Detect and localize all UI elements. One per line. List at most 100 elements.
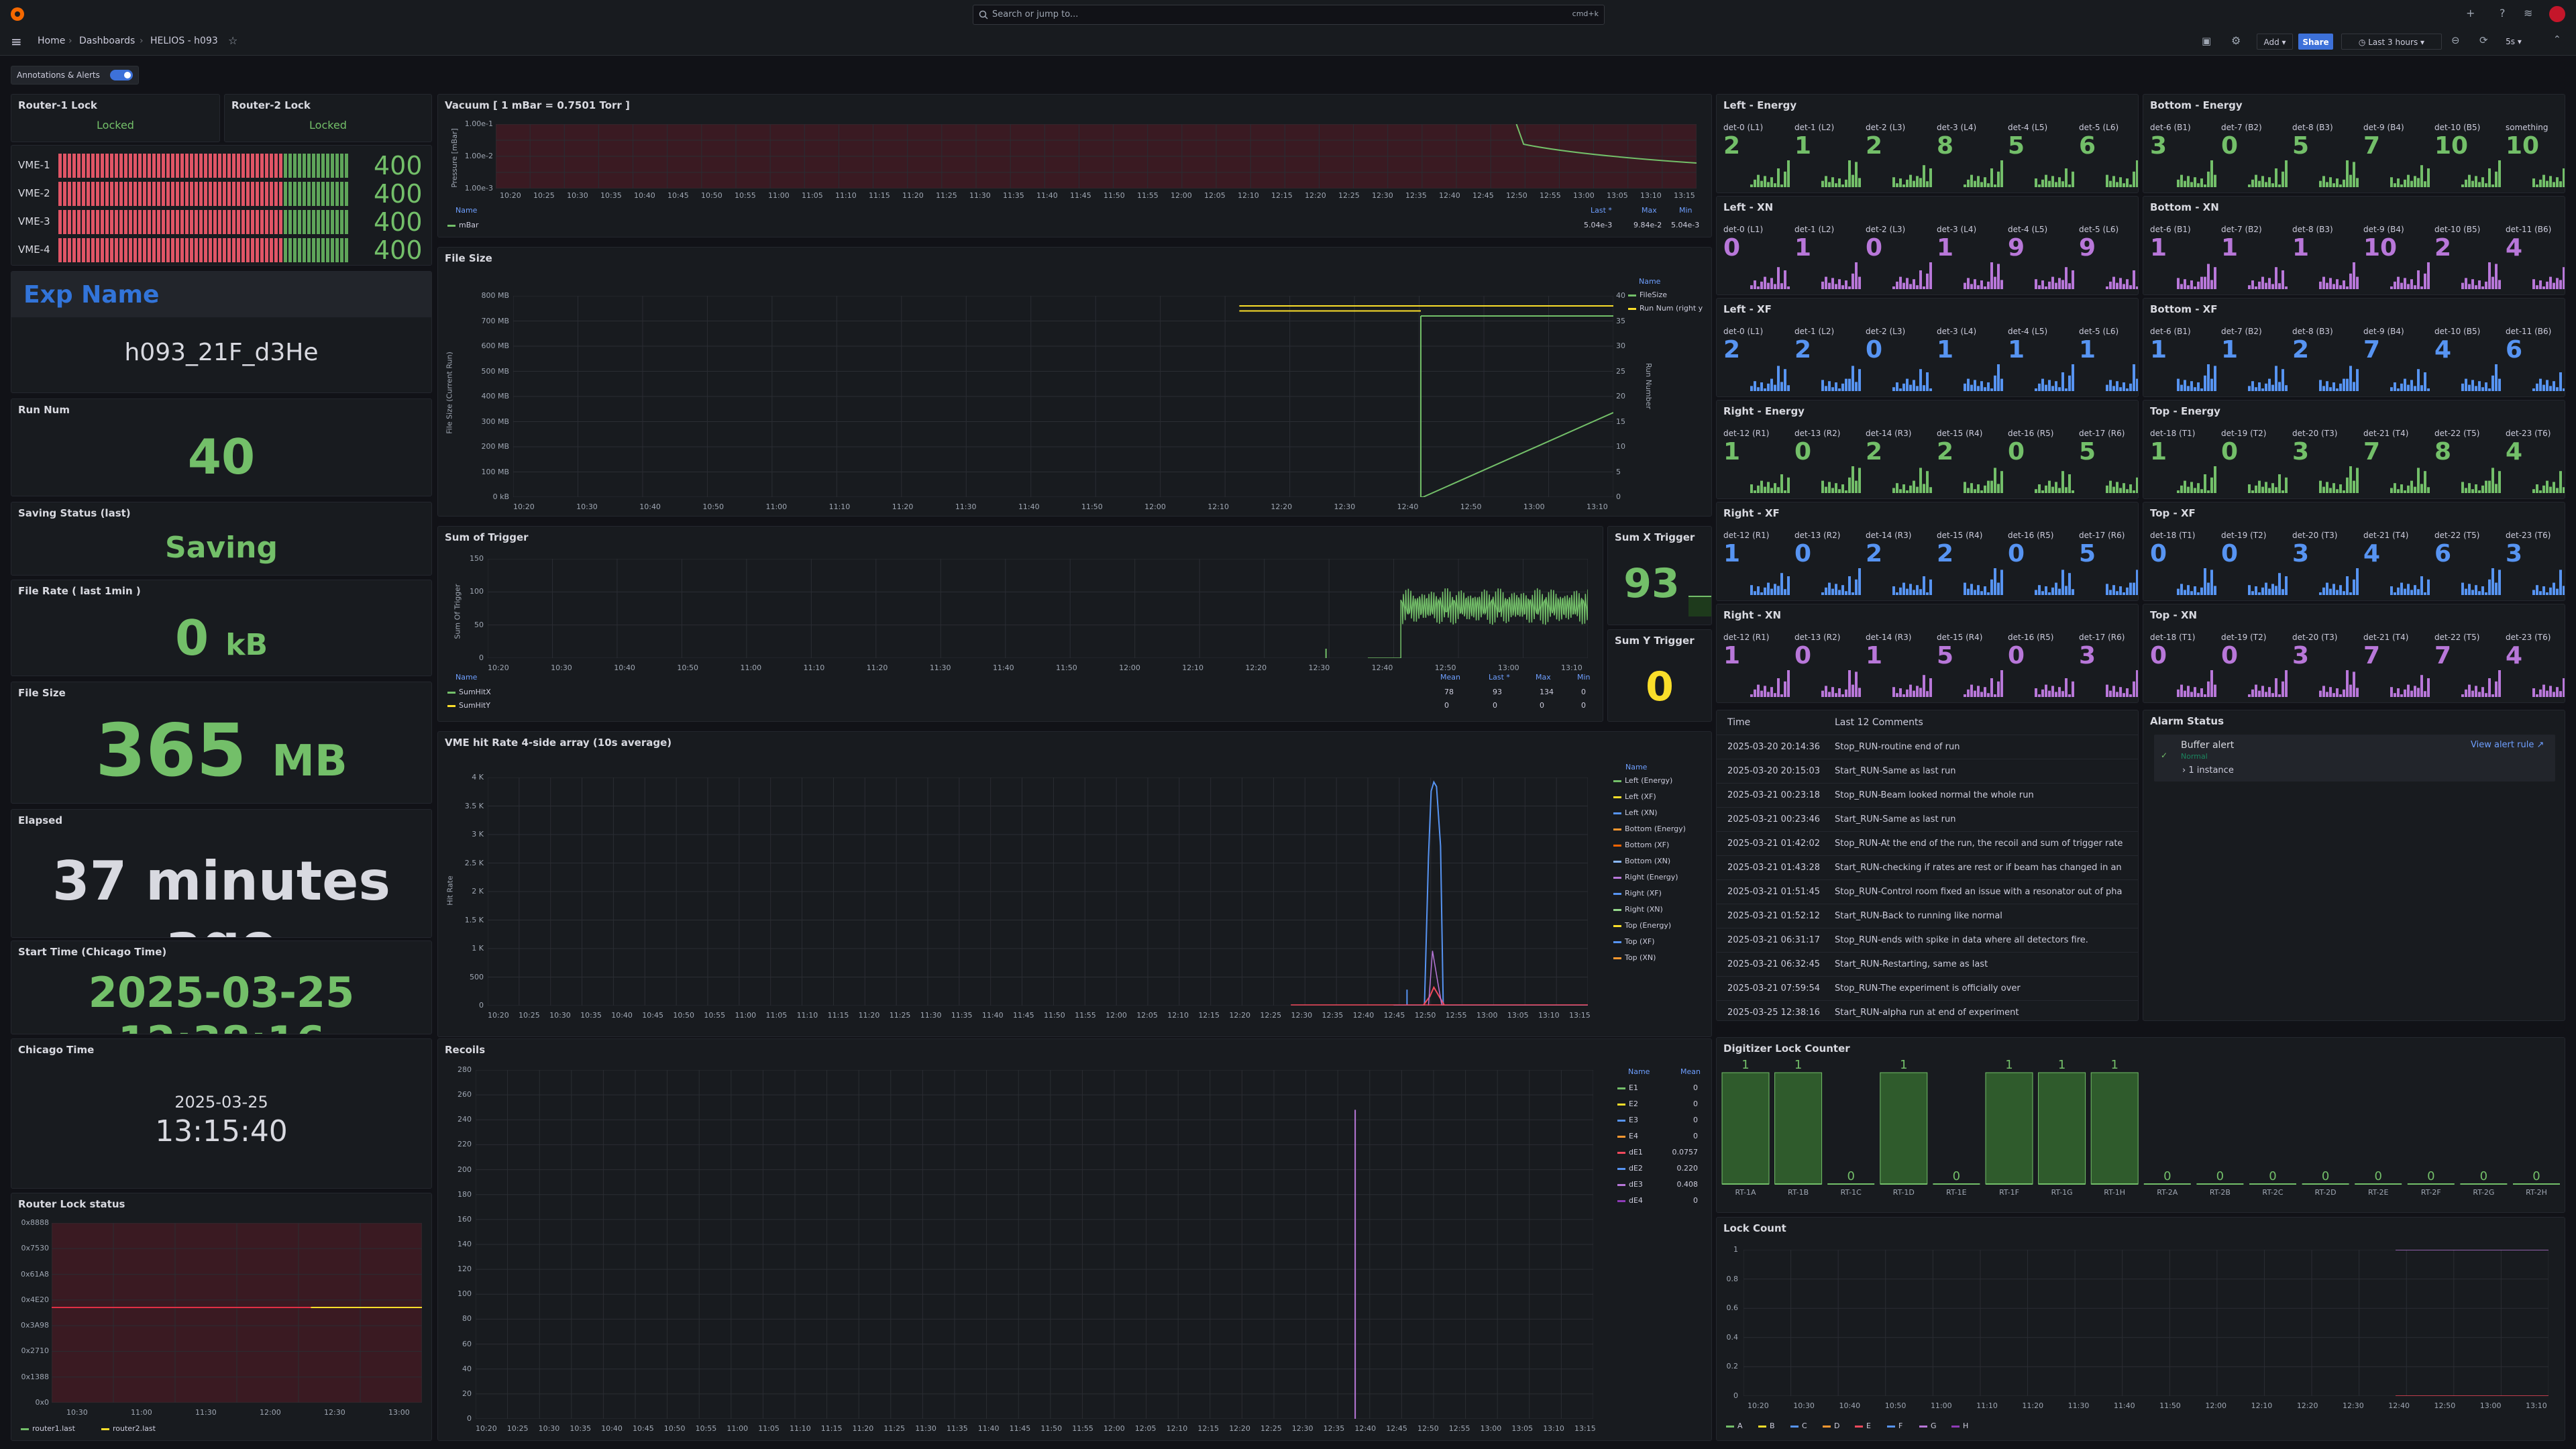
legend-item[interactable]: dE4 — [1617, 1196, 1643, 1205]
grafana-logo-icon[interactable] — [9, 6, 25, 22]
y-tick: 0 kB — [492, 492, 509, 501]
toggle-switch[interactable] — [109, 69, 133, 80]
digitizer-bar — [1774, 1072, 1823, 1185]
x-tick: 12:50 — [1460, 502, 1482, 511]
lock-count-panel: Lock Count 1 0.8 0.6 0.4 0.2 0 10:20 10:30 10:40… — [1716, 1217, 2565, 1441]
legend-item[interactable]: E1 — [1617, 1083, 1638, 1092]
plus-icon[interactable]: + — [2466, 7, 2475, 19]
legend-item[interactable]: router1.last — [21, 1424, 75, 1433]
detector-label: det-12 (R1) — [1723, 531, 1770, 540]
legend-item[interactable]: E3 — [1617, 1116, 1638, 1124]
rss-icon[interactable]: ≋ — [2524, 7, 2532, 19]
detector-label: det-20 (T3) — [2292, 429, 2338, 438]
legend-item[interactable]: Top (XF) — [1613, 937, 1655, 946]
breadcrumb-dashboards[interactable]: Dashboards — [79, 36, 135, 46]
detector-sparkline — [2390, 262, 2430, 289]
detector-value: 1 — [2150, 336, 2167, 364]
legend-item[interactable]: F — [1887, 1421, 1902, 1430]
star-icon[interactable]: ☆ — [228, 34, 237, 47]
alert-item[interactable]: ✓ Buffer alert Normal › 1 instance View … — [2154, 735, 2555, 782]
chicago-time-panel: Chicago Time 2025-03-25 13:15:40 — [11, 1038, 432, 1189]
legend-item[interactable]: G — [1919, 1421, 1937, 1430]
legend-item[interactable]: Bottom (Energy) — [1613, 824, 1686, 833]
vme-hit-rate-panel: VME hit Rate 4-side array (10s average) … — [437, 731, 1712, 1037]
legend-item[interactable]: A — [1726, 1421, 1743, 1430]
legend-item[interactable]: dE2 — [1617, 1164, 1643, 1173]
detector-label: det-2 (L3) — [1866, 123, 1906, 132]
zoom-out-icon[interactable]: ⊖ — [2451, 34, 2460, 46]
sum-x-panel: Sum X Trigger 93 — [1607, 526, 1712, 625]
avatar[interactable] — [2549, 6, 2565, 22]
legend-item[interactable]: Left (Energy) — [1613, 776, 1672, 785]
legend-item[interactable]: dE1 — [1617, 1148, 1643, 1157]
legend-item[interactable]: Right (Energy) — [1613, 873, 1678, 881]
share-button[interactable]: Share — [2298, 34, 2333, 50]
legend-item[interactable]: C — [1790, 1421, 1807, 1430]
legend-item[interactable]: Bottom (XF) — [1613, 841, 1669, 849]
x-tick: 12:40 — [1352, 1011, 1375, 1020]
detector-value: 9 — [2079, 234, 2096, 262]
legend-item[interactable]: E4 — [1617, 1132, 1638, 1140]
x-tick: 10:20 — [500, 191, 521, 200]
legend-header: Name — [1628, 1067, 1650, 1076]
refresh-icon[interactable]: ⟳ — [2479, 34, 2488, 46]
time-range-picker[interactable]: ◷ Last 3 hours ▾ — [2341, 34, 2442, 50]
legend-item[interactable]: FileSize — [1628, 290, 1667, 299]
legend-item[interactable]: Top (Energy) — [1613, 921, 1671, 930]
legend-item[interactable]: dE3 — [1617, 1180, 1643, 1189]
y-tick: 1.5 K — [464, 915, 484, 924]
refresh-interval[interactable]: 5s ▾ — [2497, 34, 2530, 50]
table-row: 2025-03-21 06:32:45 Start_RUN-Restarting,… — [1717, 952, 2138, 977]
alert-instances[interactable]: › 1 instance — [2182, 765, 2234, 775]
legend-item[interactable]: Right (XF) — [1613, 889, 1662, 898]
bar-value: 1 — [1794, 1058, 1803, 1072]
menu-icon[interactable]: ≡ — [11, 34, 22, 50]
legend-item[interactable]: Left (XN) — [1613, 808, 1658, 817]
legend-item[interactable]: mBar — [447, 221, 479, 229]
collapse-icon[interactable]: ⌃ — [2553, 34, 2561, 45]
legend-item[interactable]: H — [1951, 1421, 1968, 1430]
legend-item[interactable]: B — [1758, 1421, 1775, 1430]
detector-label: det-6 (B1) — [2150, 225, 2191, 234]
legend-item[interactable]: Bottom (XN) — [1613, 857, 1670, 865]
detector-label: det-13 (R2) — [1794, 531, 1841, 540]
detector-group-panel: Right - XF det-12 (R1) 1 det-13 (R2) 0 det-14… — [1716, 502, 2139, 601]
help-icon[interactable]: ? — [2500, 7, 2506, 19]
add-button[interactable]: Add ▾ — [2257, 34, 2293, 50]
legend-item[interactable]: router2.last — [101, 1424, 156, 1433]
legend-item[interactable]: SumHitY — [447, 701, 490, 710]
breadcrumb-home[interactable]: Home — [38, 36, 65, 46]
legend-item[interactable]: D — [1823, 1421, 1839, 1430]
legend-item[interactable]: Right (XN) — [1613, 905, 1663, 914]
table-row: 2025-03-25 12:38:16 Start_RUN-alpha run a… — [1717, 1000, 2138, 1020]
x-tick: 10:30 — [66, 1408, 88, 1417]
legend-item[interactable]: Top (XN) — [1613, 953, 1656, 962]
annotations-toggle[interactable]: Annotations & Alerts — [11, 66, 139, 85]
detector-value: 0 — [2221, 540, 2239, 568]
search-box[interactable]: Search or jump to... cmd+k — [973, 5, 1605, 25]
detector-sparkline — [1964, 568, 2003, 595]
legend-item[interactable]: SumHitX — [447, 688, 491, 696]
legend-item[interactable]: Left (XF) — [1613, 792, 1656, 801]
x-tick: 12:25 — [1260, 1424, 1282, 1433]
panel-title: Left - Energy — [1723, 99, 1797, 111]
detector-label: det-23 (T6) — [2506, 531, 2551, 540]
legend-item[interactable]: E — [1855, 1421, 1871, 1430]
detector-value: 5 — [2292, 132, 2310, 160]
detector-value: 0 — [1794, 438, 1812, 466]
settings-icon[interactable]: ⚙ — [2231, 34, 2241, 47]
y-tick: 400 MB — [481, 392, 509, 400]
x-tick: 12:40 — [1371, 663, 1393, 672]
legend-item[interactable]: E2 — [1617, 1099, 1638, 1108]
detector-label: det-23 (T6) — [2506, 429, 2551, 438]
view-alert-rule-link[interactable]: View alert rule ↗ — [2471, 740, 2544, 750]
save-icon[interactable]: ▣ — [2202, 35, 2211, 47]
legend-item[interactable]: Run Num (right y — [1628, 304, 1703, 313]
legend-header: Max — [1536, 673, 1551, 682]
x-tick: 11:15 — [820, 1424, 843, 1433]
detector-group-panel: Top - XF det-18 (T1) 0 det-19 (T2) 0 det-20 (… — [2143, 502, 2565, 601]
detector-sparkline — [2035, 267, 2074, 289]
y-tick: 3 K — [472, 830, 484, 839]
bar-label: RT-2F — [2420, 1188, 2441, 1197]
panel-title: Right - XF — [1723, 507, 1780, 519]
